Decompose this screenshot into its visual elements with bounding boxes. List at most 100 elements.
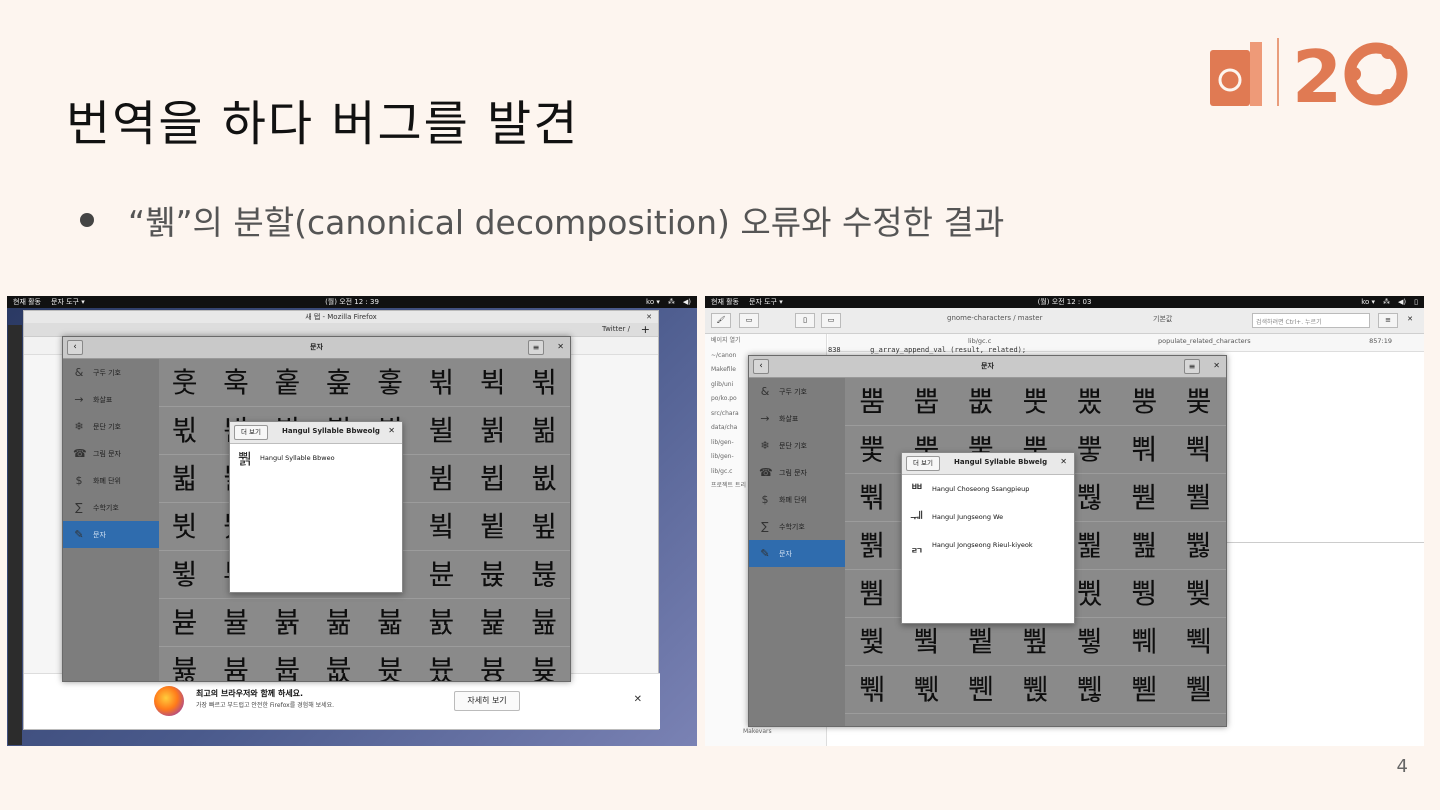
character-cell[interactable]: 쀌 (1171, 666, 1226, 714)
character-cell[interactable]: 뿷 (1171, 522, 1226, 570)
language-indicator[interactable]: ko ▾ (1361, 298, 1375, 306)
category-item[interactable]: ∑ 수학기호 (63, 494, 159, 521)
character-cell[interactable]: 뿢 (1171, 378, 1226, 426)
decomposition-row[interactable]: ᄈ Hangul Choseong Ssangpieup (902, 475, 1074, 503)
category-item[interactable]: ✎ 문자 (63, 521, 159, 548)
character-cell[interactable]: 뷭 (467, 503, 519, 551)
category-item[interactable]: ☎ 그림 문자 (749, 459, 845, 486)
character-cell[interactable]: 븅 (467, 647, 518, 681)
function-name[interactable]: populate_related_characters (1158, 337, 1251, 345)
character-cell[interactable]: 쀀 (899, 618, 954, 666)
character-cell[interactable]: 뿠 (1062, 378, 1118, 426)
close-icon[interactable]: ✕ (646, 311, 652, 323)
character-cell[interactable]: 훅 (210, 359, 262, 407)
character-cell[interactable]: 뿜 (845, 378, 900, 426)
character-cell[interactable]: 뷻 (364, 599, 416, 647)
file-tree-item[interactable]: 베이지 열기 (705, 334, 826, 349)
category-item[interactable]: ❄ 문단 기호 (749, 432, 845, 459)
character-cell[interactable]: 뿾 (1171, 570, 1226, 618)
character-cell[interactable]: 뷼 (415, 599, 468, 647)
character-cell[interactable]: 쀋 (1117, 666, 1172, 714)
character-cell[interactable]: 뷽 (467, 599, 519, 647)
character-cell[interactable]: 뷕 (467, 359, 519, 407)
project-name[interactable]: gnome-characters / master (947, 314, 1042, 322)
see-more-button[interactable]: 더 보기 (906, 456, 941, 471)
character-cell[interactable]: 븁 (262, 647, 313, 681)
network-icon[interactable]: ⁂ (668, 298, 675, 306)
makevars-file[interactable]: Makevars (743, 728, 772, 735)
app-menu[interactable]: 문자 도구 ▾ (749, 297, 783, 307)
character-cell[interactable]: 쀅 (1171, 618, 1226, 666)
character-cell[interactable]: 뿣 (845, 426, 900, 474)
close-icon[interactable]: ✕ (1213, 361, 1220, 370)
category-item[interactable]: → 화살표 (63, 386, 159, 413)
battery-icon[interactable]: ▯ (1414, 298, 1418, 306)
new-tab-icon[interactable]: + (641, 323, 650, 336)
character-cell[interactable]: 뷧 (159, 503, 211, 551)
file-path[interactable]: lib/gc.c (968, 337, 991, 345)
clock[interactable]: (월) 오전 12 : 39 (325, 297, 379, 307)
tab-twitter[interactable]: Twitter / (602, 325, 630, 333)
display-icon[interactable]: ▭ (739, 313, 759, 328)
language-indicator[interactable]: ko ▾ (646, 298, 660, 306)
character-cell[interactable]: 쀄 (1117, 618, 1172, 666)
category-item[interactable]: → 화살표 (749, 405, 845, 432)
search-input[interactable]: 검색하려면 Ctrl+. 누르기 (1252, 313, 1370, 328)
character-cell[interactable]: 븀 (210, 647, 261, 681)
character-cell[interactable]: 뿪 (845, 474, 900, 522)
character-cell[interactable]: 뿟 (1008, 378, 1063, 426)
character-cell[interactable]: 뷬 (415, 503, 468, 551)
character-cell[interactable]: 뿡 (1117, 378, 1172, 426)
character-cell[interactable]: 쀉 (1008, 666, 1063, 714)
character-cell[interactable]: 뷖 (518, 359, 570, 407)
character-cell[interactable]: 뷝 (467, 407, 519, 455)
category-item[interactable]: ☎ 그림 문자 (63, 440, 159, 467)
character-cell[interactable]: 훝 (261, 359, 314, 407)
character-cell[interactable]: 뷜 (415, 407, 468, 455)
close-icon[interactable]: ✕ (634, 694, 642, 705)
see-more-button[interactable]: 더 보기 (234, 425, 269, 440)
character-cell[interactable]: 쀂 (1008, 618, 1063, 666)
character-cell[interactable]: 뷹 (261, 599, 314, 647)
character-cell[interactable]: 뷵 (467, 551, 519, 599)
character-cell[interactable]: 뿞 (953, 378, 1009, 426)
character-cell[interactable]: 뿸 (845, 570, 900, 618)
activities-button[interactable]: 현재 활동 (711, 297, 739, 307)
character-cell[interactable]: 뷯 (159, 551, 211, 599)
character-cell[interactable]: 훟 (364, 359, 416, 407)
sidebar-toggle-icon[interactable]: ▯ (795, 313, 815, 328)
character-cell[interactable]: 뷟 (159, 455, 211, 503)
character-cell[interactable]: 뷺 (313, 599, 365, 647)
category-item[interactable]: & 구두 기호 (63, 359, 159, 386)
close-icon[interactable]: ✕ (1060, 457, 1067, 466)
character-cell[interactable]: 뿶 (1117, 522, 1172, 570)
decomposition-row[interactable]: 뿱 Hangul Syllable Bbweo (230, 444, 402, 472)
character-cell[interactable]: 뿰 (1171, 474, 1226, 522)
activities-button[interactable]: 현재 활동 (13, 297, 41, 307)
character-cell[interactable]: 뿩 (1171, 426, 1226, 474)
learn-more-button[interactable]: 자세히 보기 (454, 691, 520, 711)
character-cell[interactable]: 뷤 (415, 455, 468, 503)
character-cell[interactable]: 훞 (313, 359, 365, 407)
decomposition-row[interactable]: ᆰ Hangul Jongseong Rieul-kiyeok (902, 531, 1074, 559)
network-icon[interactable]: ⁂ (1383, 298, 1390, 306)
close-icon[interactable]: ✕ (388, 426, 395, 435)
character-cell[interactable]: 뿨 (1117, 426, 1172, 474)
category-item[interactable]: ❄ 문단 기호 (63, 413, 159, 440)
character-cell[interactable]: 뷸 (210, 599, 262, 647)
volume-icon[interactable]: ◀) (1398, 298, 1406, 306)
menu-icon[interactable]: ≡ (1378, 313, 1398, 328)
character-cell[interactable]: 훗 (159, 359, 211, 407)
close-icon[interactable]: ✕ (557, 342, 564, 351)
character-cell[interactable]: 뷗 (159, 407, 211, 455)
app-menu[interactable]: 문자 도구 ▾ (51, 297, 85, 307)
menu-icon[interactable]: ≡ (1184, 359, 1200, 374)
character-cell[interactable]: 쀊 (1062, 666, 1118, 714)
character-cell[interactable]: 쀆 (845, 666, 900, 714)
character-cell[interactable]: 쀃 (1062, 618, 1118, 666)
character-cell[interactable]: 쀁 (953, 618, 1009, 666)
code-line[interactable]: 838 g_array_append_val (result, related)… (828, 346, 1026, 354)
category-item[interactable]: $ 화폐 단위 (63, 467, 159, 494)
character-cell[interactable]: 뿱 (845, 522, 900, 570)
volume-icon[interactable]: ◀) (683, 298, 691, 306)
